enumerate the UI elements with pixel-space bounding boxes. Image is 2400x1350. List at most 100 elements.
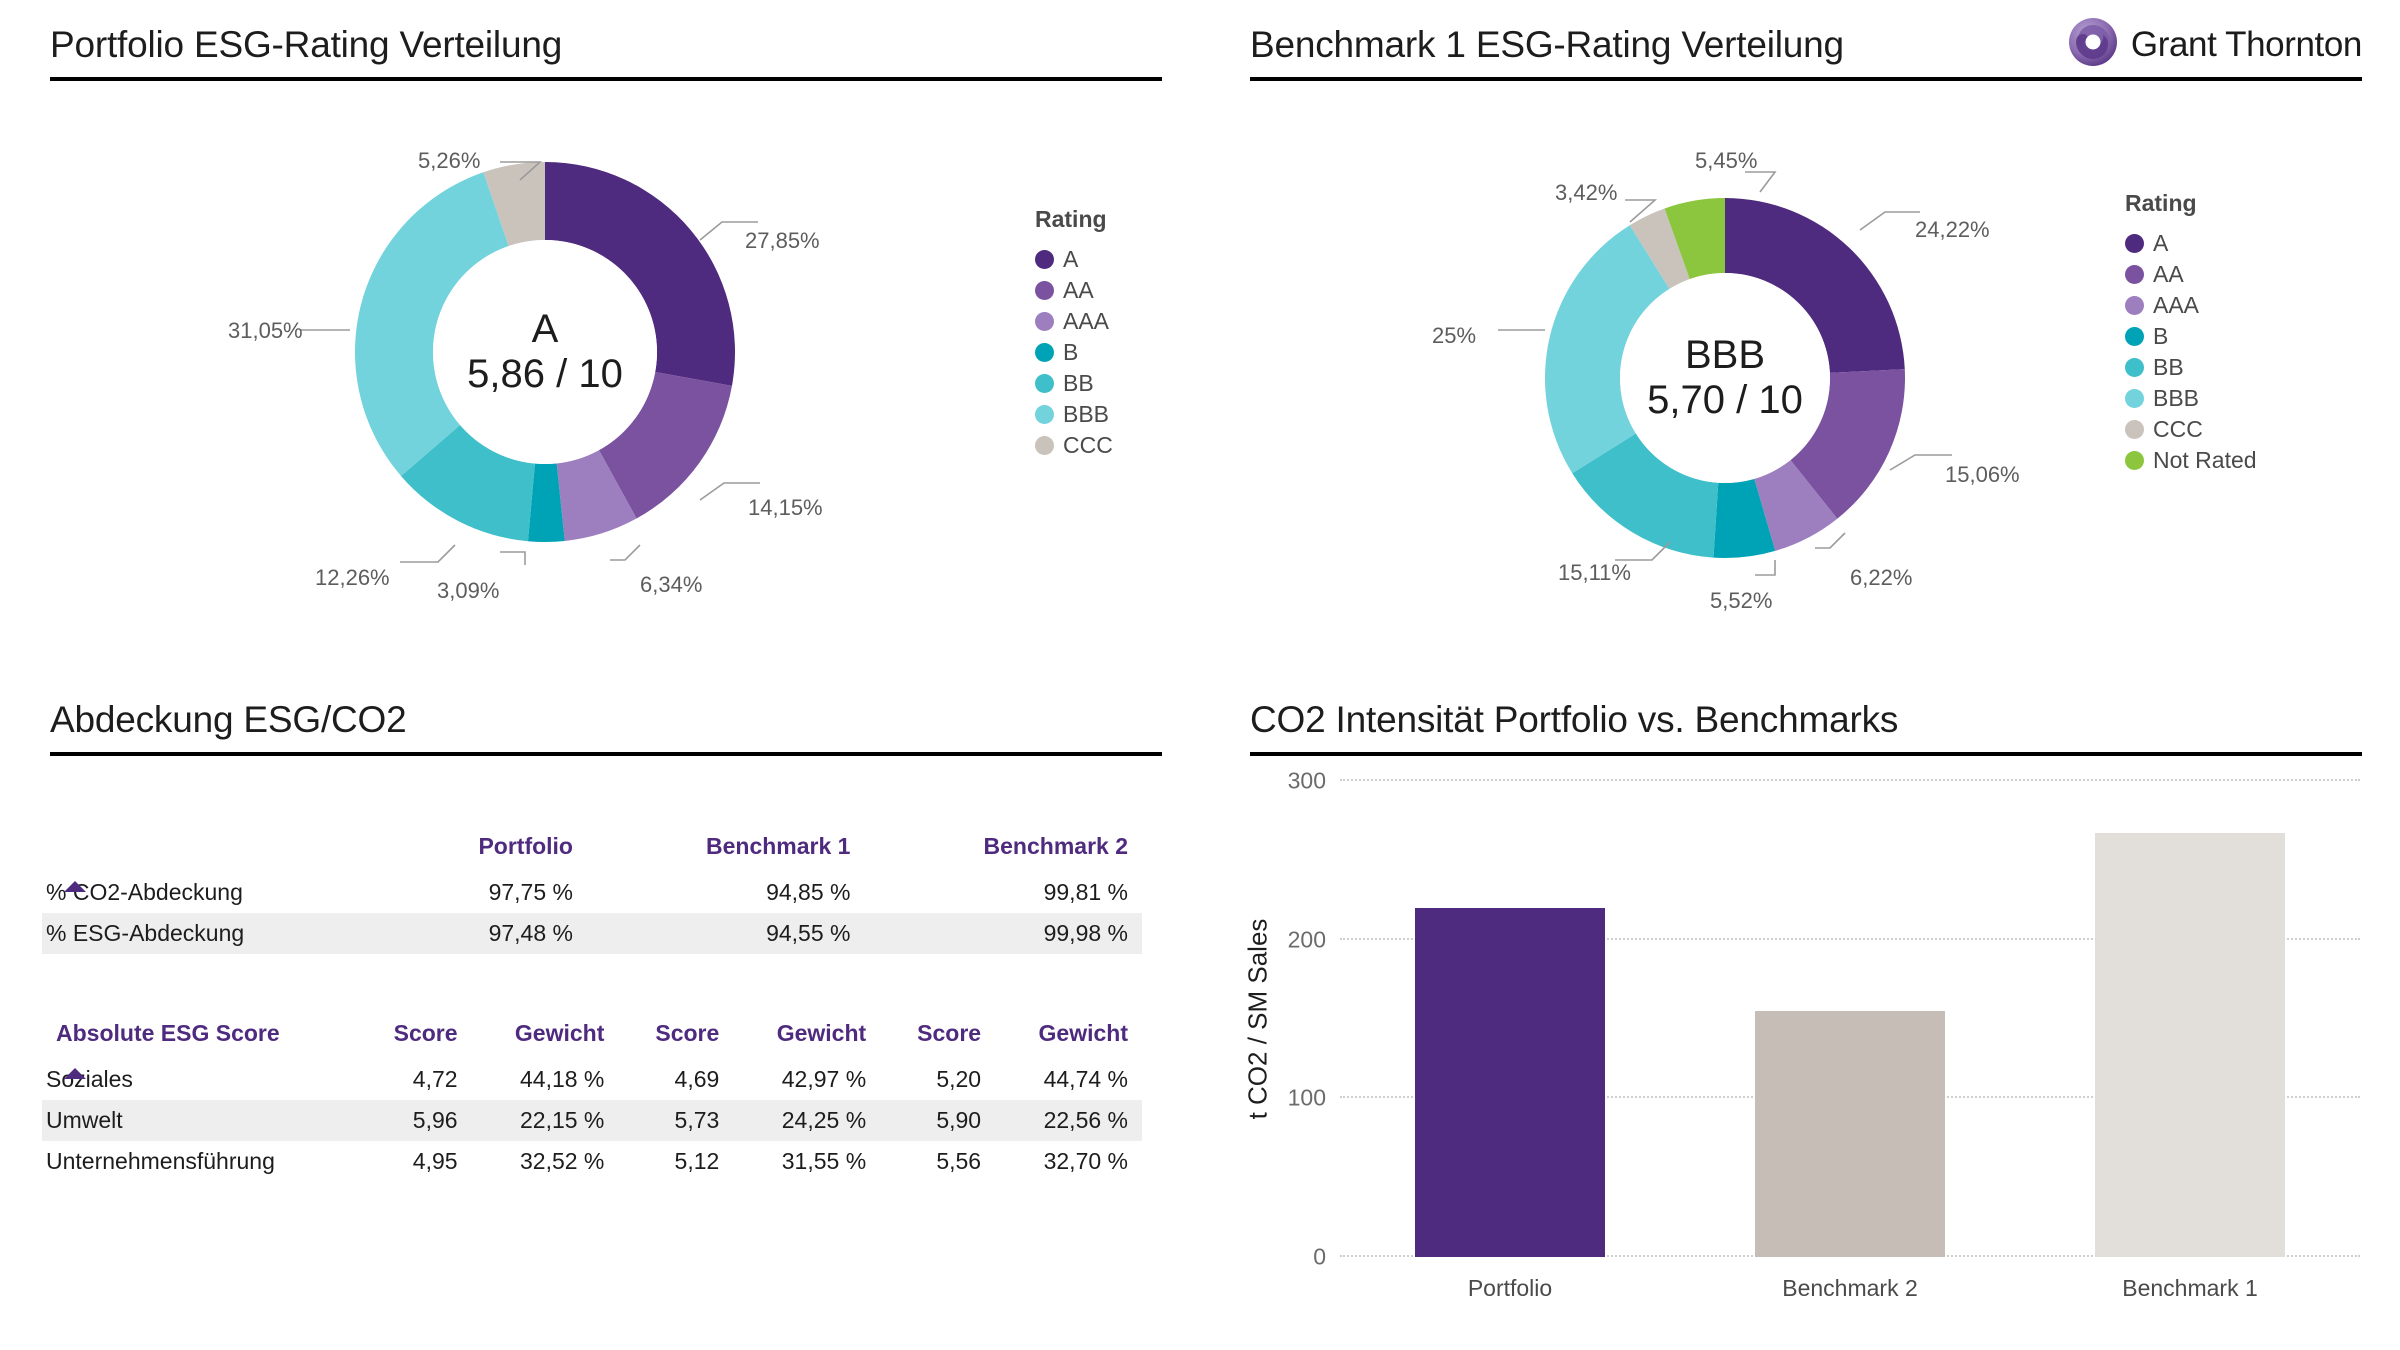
page-title: CO2 Intensität Portfolio vs. Benchmarks [1250,699,1899,740]
legend-title: Rating [1035,206,1107,232]
legend-item-ccc[interactable]: CCC [1035,430,1113,461]
legend-item-aa[interactable]: AA [1035,275,1113,306]
legend-item-ccc[interactable]: CCC [2125,414,2257,445]
table-cell: 5,12 [674,1148,720,1174]
legend-item-label: B [1063,339,1079,365]
table-cell: 99,98 % [864,913,1142,954]
slice-percent-label: 3,09% [437,578,500,603]
legend-item-bb[interactable]: BB [1035,368,1113,399]
slice-percent-label: 5,26% [418,148,481,173]
slice-percent-label: 31,05% [228,318,303,343]
legend-item-a[interactable]: A [2125,228,2257,259]
y-axis-tick-label: 100 [1287,1084,1326,1111]
slice-percent-label: 15,06% [1945,462,2020,487]
table-cell: 31,55 % [781,1148,867,1174]
legend-item-a[interactable]: A [1035,244,1113,275]
leader-line [610,544,641,561]
center-rating: BBB [1684,333,1766,378]
legend-item-label: A [2153,230,2169,256]
legend-item-label: BBB [2153,385,2200,411]
bar-chart-co2-intensity: 0 100 200 300 Portfolio Benchmark 2 Benchmark … [1288,768,2360,1301]
column-header[interactable]: Score [618,1020,733,1059]
legend-item-aa[interactable]: AA [2125,259,2257,290]
sort-ascending-icon[interactable] [64,1068,86,1079]
leader-line [1755,560,1776,576]
slice-percent-label: 14,15% [748,495,823,520]
sort-ascending-icon[interactable] [64,881,86,892]
slice-percent-label: 27,85% [745,228,820,253]
leader-line [400,544,456,563]
leader-line [1889,454,1952,471]
leader-line [500,551,526,565]
table-body: % CO2-Abdeckung 97,75 % 94,85 % 99,81 % % ES… [42,872,1142,954]
table-row: Soziales 4,72 44,18 % 4,69 42,97 % 5,20 44,74 … [42,1059,1142,1100]
table-cell: 4,72 [412,1066,458,1092]
column-header[interactable] [42,833,390,872]
column-header[interactable]: Gewicht [995,1020,1142,1059]
table-cell: 97,75 % [488,879,573,905]
legend-item-aaa[interactable]: AAA [2125,290,2257,321]
bar-portfolio[interactable] [1414,907,1606,1257]
legend-swatch-icon [2125,389,2144,408]
legend-item-bbb[interactable]: BBB [1035,399,1113,430]
legend-item-bb[interactable]: BB [2125,352,2257,383]
table-cell: 44,18 % [519,1066,605,1092]
table-cell: 22,15 % [471,1100,619,1141]
slice-percent-label: 3,42% [1555,180,1618,205]
panel-header: CO2 Intensität Portfolio vs. Benchmarks [1250,675,2362,756]
table-row: % CO2-Abdeckung 97,75 % 94,85 % 99,81 % [42,872,1142,913]
table-row: % ESG-Abdeckung 97,48 % 94,55 % 99,98 % [42,913,1142,954]
legend-item-not-rated[interactable]: Not Rated [2125,445,2257,476]
table-cell: 99,81 % [1043,879,1128,905]
legend-benchmark-rating: Rating A AA AAA B BB BBB CCC Not Rated [2125,190,2257,476]
column-header[interactable]: Benchmark 1 [587,833,865,872]
column-header[interactable]: Absolute ESG Score [42,1020,357,1059]
y-axis-tick-label: 0 [1313,1243,1326,1270]
table-cell: 32,52 % [519,1148,605,1174]
title-divider [50,752,1162,756]
legend-item-b[interactable]: B [2125,321,2257,352]
legend-item-aaa[interactable]: AAA [1035,306,1113,337]
slice-percent-label: 24,22% [1915,217,1990,242]
legend-item-label: BBB [1063,401,1110,427]
center-score: 5,86 / 10 [467,352,623,396]
row-label: Unternehmensführung [46,1148,275,1174]
legend-swatch-icon [1035,436,1054,455]
column-header[interactable]: Score [880,1020,995,1059]
slice-percent-label: 6,22% [1850,565,1913,590]
bar-benchmark-2[interactable] [1754,1011,1946,1257]
bar-benchmark-1[interactable] [2094,833,2286,1257]
column-header[interactable]: Score [357,1020,472,1059]
table-body: Soziales 4,72 44,18 % 4,69 42,97 % 5,20 44,74 … [42,1059,1142,1182]
legend-item-label: AA [2153,261,2184,287]
legend-item-label: AAA [1063,308,1110,334]
legend-swatch-icon [1035,312,1054,331]
legend-item-bbb[interactable]: BBB [2125,383,2257,414]
row-label: % ESG-Abdeckung [42,913,390,954]
table-cell: 97,48 % [389,913,587,954]
table-header-row: Absolute ESG Score Score Gewicht Score Gewic… [42,1020,1142,1059]
legend-swatch-icon [1035,374,1054,393]
table-header-row: Portfolio Benchmark 1 Benchmark 2 [42,833,1142,872]
legend-swatch-icon [1035,250,1054,269]
column-header[interactable]: Gewicht [472,1020,619,1059]
table-cell: 5,20 [936,1066,982,1092]
table-cell: 5,96 [356,1100,472,1141]
legend-swatch-icon [2125,296,2144,315]
column-header[interactable]: Portfolio [390,833,587,872]
column-header[interactable]: Benchmark 2 [864,833,1142,872]
legend-swatch-icon [2125,234,2144,253]
slice-percent-label: 15,11% [1558,560,1631,585]
legend-swatch-icon [2125,420,2144,439]
column-header[interactable]: Gewicht [733,1020,880,1059]
center-score: 5,70 / 10 [1647,378,1803,422]
row-label: % CO2-Abdeckung [46,879,243,905]
legend-swatch-icon [1035,343,1054,362]
legend-swatch-icon [2125,327,2144,346]
center-rating: A [531,307,559,352]
legend-item-b[interactable]: B [1035,337,1113,368]
table-cell: 32,70 % [1043,1148,1128,1174]
legend-item-label: BB [1063,370,1094,396]
slice-percent-label: 5,52% [1710,588,1773,613]
table-cell: 94,55 % [586,913,865,954]
